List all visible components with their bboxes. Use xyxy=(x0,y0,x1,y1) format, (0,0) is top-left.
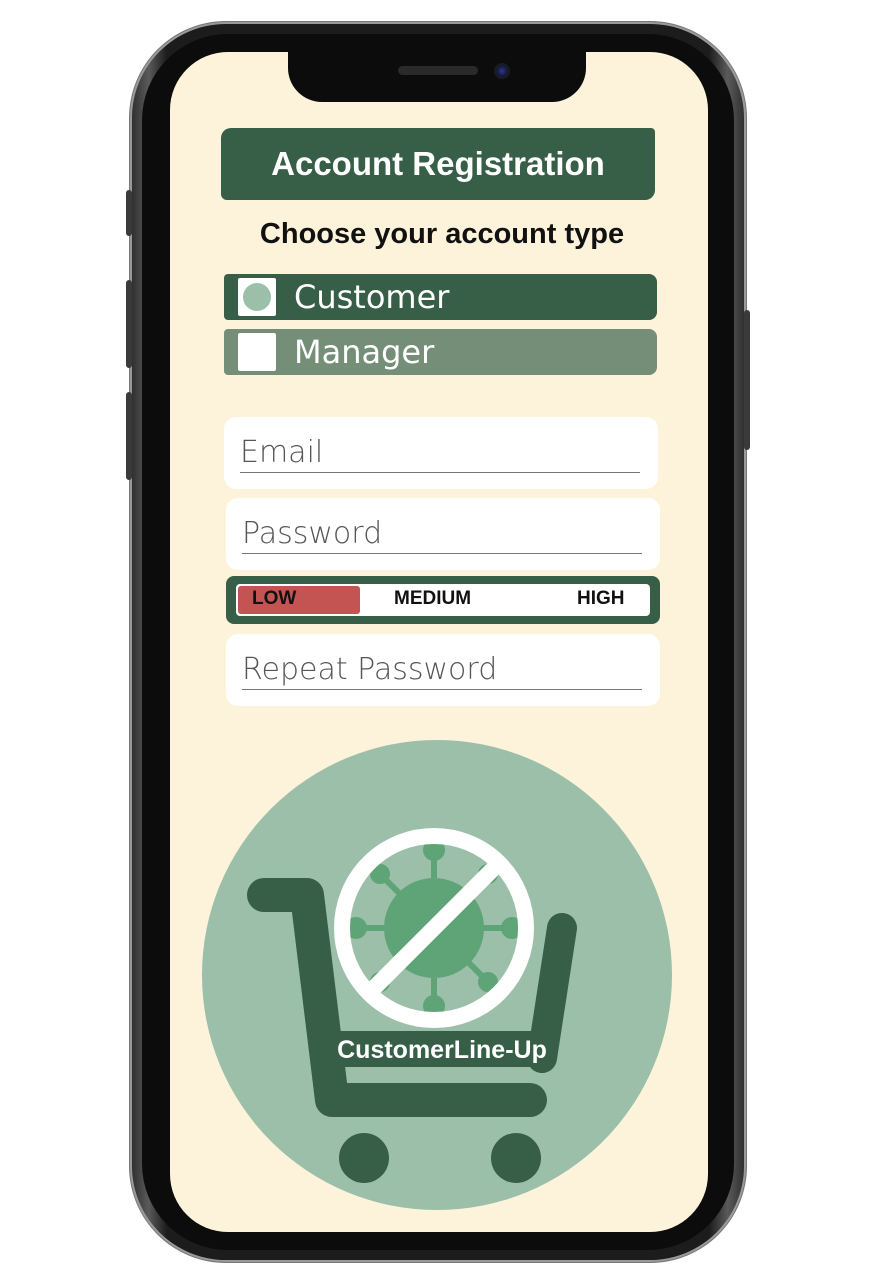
account-type-prompt: Choose your account type xyxy=(259,218,625,250)
customer-radio[interactable] xyxy=(238,278,276,316)
manager-radio[interactable] xyxy=(238,333,276,371)
silent-switch xyxy=(126,190,132,236)
option-customer-label: Customer xyxy=(294,278,450,316)
repeat-password-placeholder: Repeat Password xyxy=(242,653,642,690)
speaker-grille xyxy=(398,66,478,75)
strength-medium-label: MEDIUM xyxy=(394,588,472,609)
option-manager-label: Manager xyxy=(294,333,435,371)
page-title: Account Registration xyxy=(221,128,655,200)
strength-track: LOW MEDIUM HIGH xyxy=(236,584,650,616)
password-field[interactable]: Password xyxy=(226,498,660,570)
logo-text: CustomerLine-Up xyxy=(337,1036,547,1064)
volume-down-button xyxy=(126,392,132,480)
email-field[interactable]: Email xyxy=(224,417,658,489)
cart-wheel-right-icon xyxy=(491,1133,541,1183)
logo: CustomerLine-Up xyxy=(247,828,577,1183)
password-strength-meter: LOW MEDIUM HIGH xyxy=(226,576,660,624)
option-manager[interactable]: Manager xyxy=(224,329,657,375)
password-placeholder: Password xyxy=(242,517,642,554)
strength-high-label: HIGH xyxy=(577,588,625,609)
front-camera xyxy=(494,63,510,79)
repeat-password-field[interactable]: Repeat Password xyxy=(226,634,660,706)
strength-low-label: LOW xyxy=(252,588,297,609)
selected-dot-icon xyxy=(243,283,271,311)
volume-up-button xyxy=(126,280,132,368)
option-customer[interactable]: Customer xyxy=(224,274,657,320)
notch xyxy=(288,50,586,102)
power-button xyxy=(744,310,750,450)
cart-wheel-left-icon xyxy=(339,1133,389,1183)
email-placeholder: Email xyxy=(240,436,640,473)
